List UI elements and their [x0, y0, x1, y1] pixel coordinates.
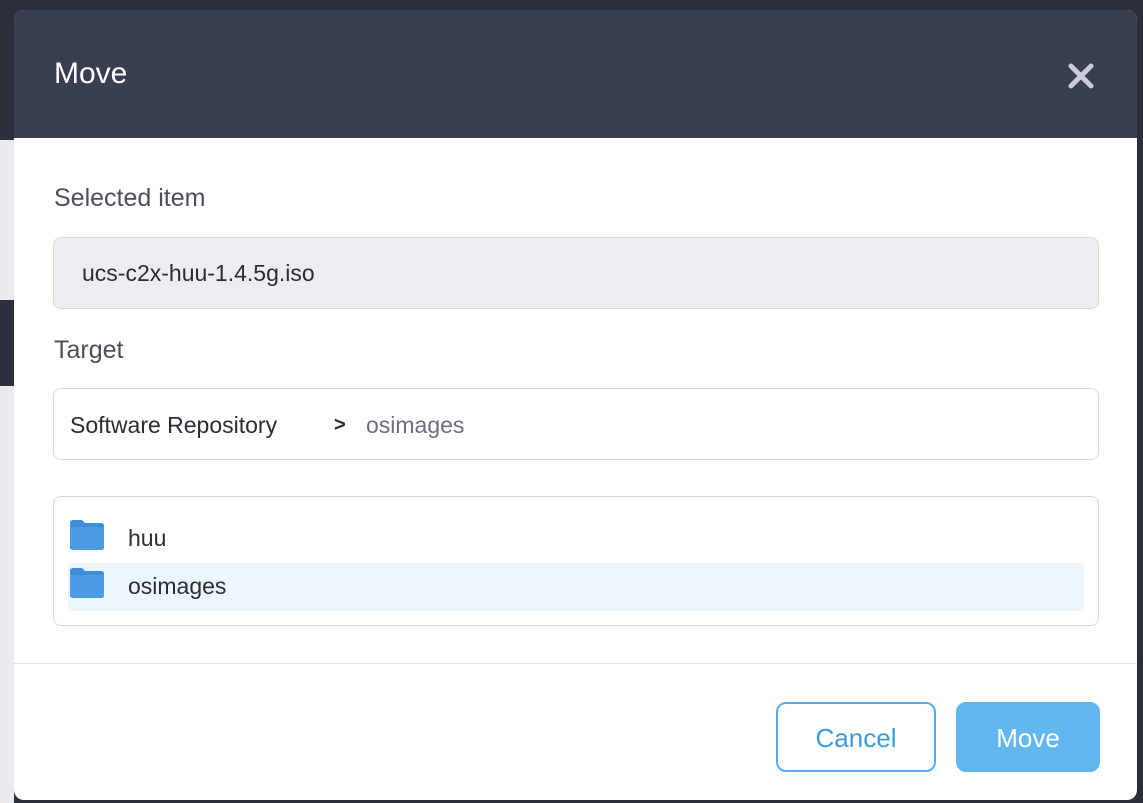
folder-item-osimages[interactable]: osimages — [68, 563, 1084, 611]
close-button[interactable] — [1066, 61, 1096, 91]
selected-item-label: Selected item — [54, 184, 206, 212]
close-icon — [1068, 63, 1094, 89]
folder-item-huu[interactable]: huu — [68, 515, 1084, 563]
folder-list: huu osimages — [53, 496, 1099, 626]
folder-name: osimages — [128, 573, 227, 599]
folder-icon — [68, 567, 106, 599]
target-label: Target — [54, 336, 124, 364]
background-page-strip — [0, 140, 14, 300]
breadcrumb-separator: > — [334, 414, 346, 436]
dialog-header: Move — [14, 10, 1137, 138]
selected-item-value: ucs-c2x-huu-1.4.5g.iso — [82, 260, 315, 286]
breadcrumb-root-link[interactable]: Software Repository — [70, 410, 277, 440]
cancel-button-label: Cancel — [815, 723, 897, 753]
folder-name: huu — [128, 525, 167, 551]
move-dialog: Move Selected item ucs-c2x-huu-1.4.5g.is… — [14, 10, 1137, 800]
selected-item-field: ucs-c2x-huu-1.4.5g.iso — [53, 237, 1099, 309]
dialog-title: Move — [54, 57, 128, 90]
breadcrumb-current: osimages — [366, 412, 465, 438]
background-page-strip — [0, 386, 14, 803]
target-breadcrumb: Software Repository > osimages — [53, 388, 1099, 460]
move-button-label: Move — [996, 723, 1060, 753]
move-button[interactable]: Move — [956, 702, 1100, 772]
footer-divider — [14, 663, 1137, 664]
folder-icon — [68, 519, 106, 551]
cancel-button[interactable]: Cancel — [776, 702, 936, 772]
